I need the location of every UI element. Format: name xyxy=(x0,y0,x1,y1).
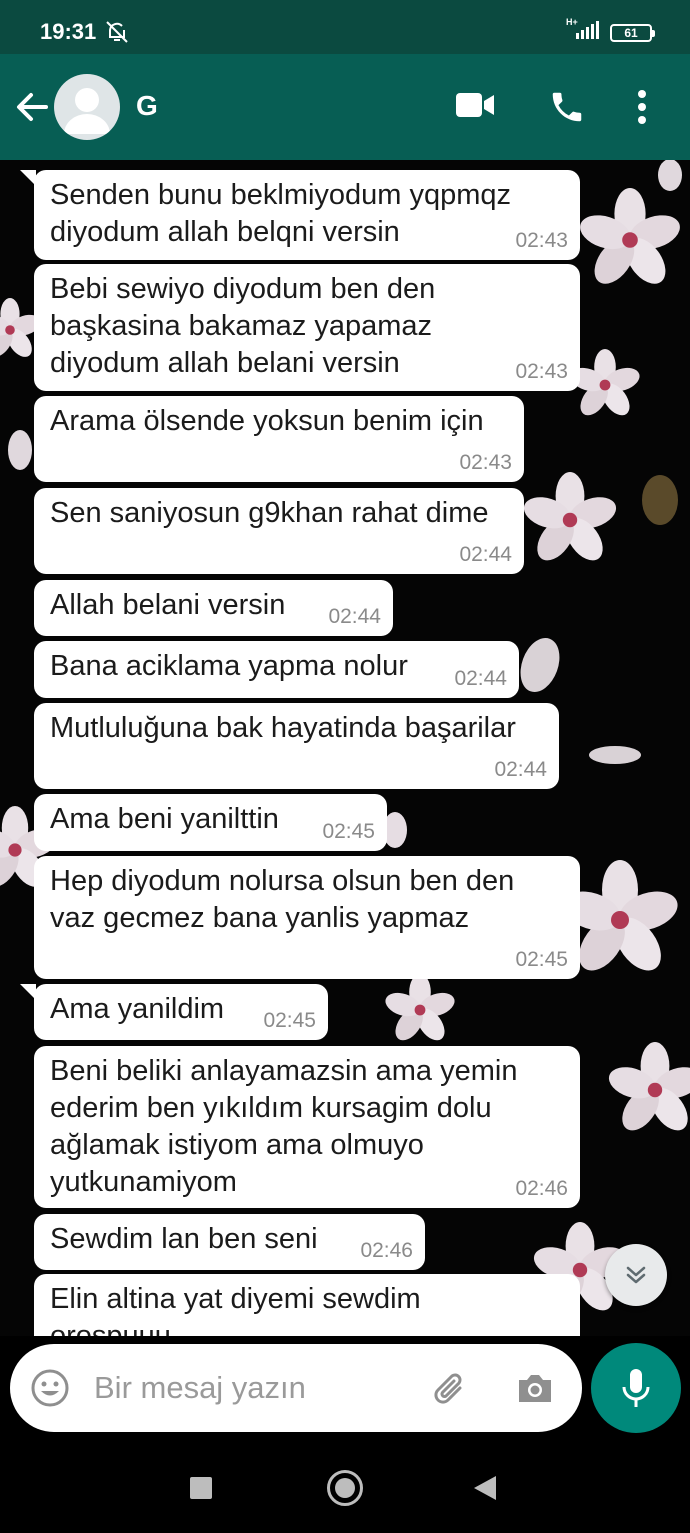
avatar[interactable] xyxy=(54,74,120,140)
message-time: 02:46 xyxy=(515,1177,568,1200)
recents-square-icon[interactable] xyxy=(190,1477,212,1499)
status-time: 19:31 xyxy=(40,19,97,44)
chat-header: G xyxy=(0,54,690,160)
mic-icon xyxy=(622,1369,650,1407)
message-bubble[interactable]: Arama ölsende yoksun benim için 02:43 xyxy=(34,396,524,482)
message-text: Arama ölsende yoksun benim için xyxy=(50,405,484,437)
chat-area[interactable]: Senden bunu beklmiyodum yqpmqz diyodum a… xyxy=(0,160,690,1336)
double-chevron-down-icon xyxy=(626,1266,646,1284)
message-bubble[interactable]: Ama beni yanilttin 02:45 xyxy=(34,794,387,851)
message-time: 02:43 xyxy=(515,360,568,383)
emoji-icon[interactable] xyxy=(30,1368,70,1413)
message-bubble[interactable]: Senden bunu beklmiyodum yqpmqz diyodum a… xyxy=(20,170,580,260)
back-triangle-icon[interactable] xyxy=(474,1476,496,1500)
signal-battery-group: 61 xyxy=(570,21,655,44)
message-time: 02:46 xyxy=(360,1239,413,1262)
message-text: Sewdim lan ben seni xyxy=(50,1223,318,1255)
message-text: Bebi sewiyo diyodum ben den başkasina ba… xyxy=(50,273,436,379)
message-text: Sen saniyosun g9khan rahat dime xyxy=(50,497,489,529)
scroll-to-bottom-button[interactable] xyxy=(605,1244,667,1306)
camera-icon[interactable] xyxy=(515,1370,555,1411)
message-bubble[interactable]: Ama yanildim 02:45 xyxy=(20,984,328,1040)
avatar-placeholder-icon xyxy=(64,88,110,134)
message-text: Hep diyodum nolursa olsun ben den vaz ge… xyxy=(50,865,515,934)
phone-icon[interactable] xyxy=(548,88,586,131)
system-nav-bar xyxy=(0,1440,690,1533)
message-composer xyxy=(10,1344,582,1432)
message-input[interactable] xyxy=(92,1366,412,1410)
home-circle-icon[interactable] xyxy=(327,1470,363,1506)
message-time: 02:43 xyxy=(459,451,512,474)
message-time: 02:45 xyxy=(263,1009,316,1032)
message-text: Beni beliki anlayamazsin ama yemin ederi… xyxy=(50,1055,518,1198)
message-bubble[interactable]: Hep diyodum nolursa olsun ben den vaz ge… xyxy=(34,856,580,979)
message-text: Bana aciklama yapma nolur xyxy=(50,650,408,682)
message-bubble[interactable]: Elin altina yat diyemi sewdim orospuuu xyxy=(34,1274,580,1336)
more-vert-icon[interactable] xyxy=(636,88,648,131)
attach-icon[interactable] xyxy=(430,1368,472,1415)
message-bubble[interactable]: Bana aciklama yapma nolur 02:44 xyxy=(34,641,519,698)
message-text: Mutluluğuna bak hayatinda başarilar xyxy=(50,712,516,744)
message-time: 02:43 xyxy=(515,229,568,252)
signal-icon xyxy=(570,21,600,44)
battery-icon: 61 xyxy=(610,23,655,42)
mic-button[interactable] xyxy=(591,1343,681,1433)
message-text: Elin altina yat diyemi sewdim orospuuu xyxy=(50,1283,421,1336)
message-bubble[interactable]: Beni beliki anlayamazsin ama yemin ederi… xyxy=(34,1046,580,1208)
message-bubble[interactable]: Allah belani versin 02:44 xyxy=(34,580,393,636)
video-call-icon[interactable] xyxy=(454,90,496,125)
message-time: 02:44 xyxy=(459,543,512,566)
bell-off-icon xyxy=(104,19,130,50)
message-time: 02:45 xyxy=(515,948,568,971)
status-bar: 19:31 H+ 61 xyxy=(0,0,690,54)
message-time: 02:44 xyxy=(454,667,507,690)
message-time: 02:45 xyxy=(322,820,375,843)
message-bubble[interactable]: Mutluluğuna bak hayatinda başarilar 02:4… xyxy=(34,703,559,789)
message-time: 02:44 xyxy=(328,605,381,628)
message-bubble[interactable]: Sen saniyosun g9khan rahat dime 02:44 xyxy=(34,488,524,574)
message-bubble[interactable]: Sewdim lan ben seni 02:46 xyxy=(34,1214,425,1270)
battery-level: 61 xyxy=(624,25,638,40)
message-text: Senden bunu beklmiyodum yqpmqz diyodum a… xyxy=(50,179,512,248)
message-time: 02:44 xyxy=(494,758,547,781)
contact-name[interactable]: G xyxy=(136,90,158,122)
back-arrow-icon[interactable] xyxy=(12,87,52,127)
message-bubble[interactable]: Bebi sewiyo diyodum ben den başkasina ba… xyxy=(34,264,580,391)
